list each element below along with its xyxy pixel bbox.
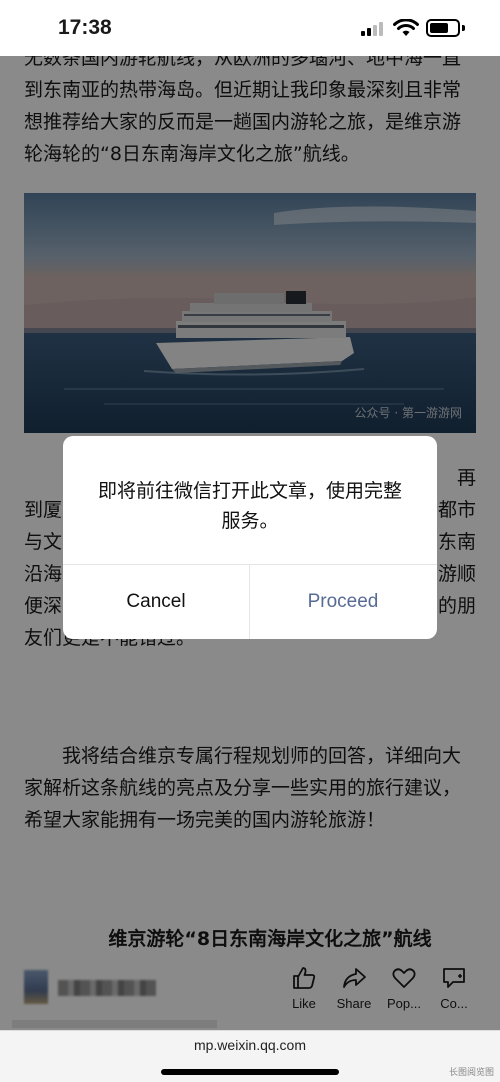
status-bar: 17:38: [0, 0, 500, 56]
url-text[interactable]: mp.weixin.qq.com: [0, 1037, 500, 1053]
dialog-message: 即将前往微信打开此文章，使用完整服务。: [97, 480, 402, 532]
corner-watermark: 长图阅览图: [448, 1068, 494, 1078]
open-in-wechat-dialog: 即将前往微信打开此文章，使用完整服务。 Cancel Proceed: [63, 436, 437, 639]
browser-url-bar: mp.weixin.qq.com 长图阅览图: [0, 1030, 500, 1082]
status-time: 17:38: [58, 16, 112, 39]
signal-icon: [361, 20, 385, 36]
cancel-button[interactable]: Cancel: [63, 565, 249, 639]
battery-icon: [426, 19, 460, 37]
wifi-icon: [393, 19, 419, 36]
proceed-button[interactable]: Proceed: [250, 565, 436, 639]
battery-tip: [462, 25, 465, 31]
home-indicator[interactable]: [161, 1069, 339, 1075]
battery-level: [430, 23, 448, 33]
